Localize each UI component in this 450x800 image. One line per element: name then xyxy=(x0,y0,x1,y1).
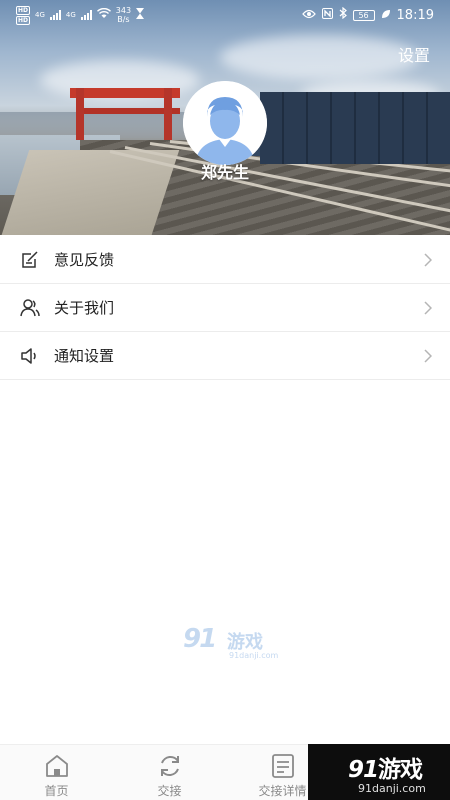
document-icon xyxy=(270,753,296,779)
watermark-logo: 91 游戏 91danji.com xyxy=(183,624,279,660)
user-name: 郑先生 xyxy=(200,163,249,182)
menu-item-label: 意见反馈 xyxy=(54,251,115,269)
menu-item-feedback[interactable]: 意见反馈 xyxy=(0,236,450,284)
signal-strength-1-icon xyxy=(49,10,61,20)
menu-item-label: 通知设置 xyxy=(54,347,115,365)
wifi-icon xyxy=(96,7,111,22)
sync-icon xyxy=(157,753,183,779)
menu-item-notification-settings[interactable]: 通知设置 xyxy=(0,332,450,380)
settings-link[interactable]: 设置 xyxy=(398,42,430,66)
menu-item-about-us[interactable]: 关于我们 xyxy=(0,284,450,332)
profile-menu-list: 意见反馈 关于我们 通知设置 xyxy=(0,236,450,380)
status-bar: HD HD 4G 4G 343 B/s 56 18:19 xyxy=(0,0,450,30)
hourglass-icon xyxy=(136,8,145,22)
corner-watermark: 91游戏 91danji.com xyxy=(308,744,450,800)
chevron-right-icon xyxy=(422,348,434,363)
chevron-right-icon xyxy=(422,252,434,267)
tab-label: 交接详情 xyxy=(258,784,307,798)
network-speed: 343 B/s xyxy=(115,6,132,24)
battery-indicator: 56 xyxy=(352,9,375,21)
user-avatar-icon xyxy=(183,81,267,165)
avatar[interactable] xyxy=(183,81,267,165)
speaker-icon xyxy=(20,346,40,366)
feedback-icon xyxy=(20,250,40,270)
chevron-right-icon xyxy=(422,300,434,315)
bluetooth-icon xyxy=(339,6,347,23)
home-icon xyxy=(44,753,70,779)
tab-home[interactable]: 首页 xyxy=(0,745,113,800)
clock-time: 18:19 xyxy=(396,7,434,23)
users-icon xyxy=(20,298,40,318)
eye-icon xyxy=(301,8,316,23)
gantry-crane xyxy=(70,80,180,140)
leaf-icon xyxy=(381,8,391,23)
tab-label: 交接 xyxy=(157,784,182,798)
profile-screen: HD HD 4G 4G 343 B/s 56 18:19 设置 郑先生 意见反馈… xyxy=(0,0,450,800)
signal-strength-2-icon xyxy=(80,10,92,20)
tab-handover[interactable]: 交接 xyxy=(113,745,226,800)
menu-item-label: 关于我们 xyxy=(54,299,115,317)
tab-label: 首页 xyxy=(44,784,69,798)
hd-indicator: HD HD xyxy=(16,5,31,25)
network-type-1: 4G xyxy=(35,11,45,19)
network-type-2: 4G xyxy=(65,11,76,19)
nfc-icon xyxy=(321,7,333,23)
